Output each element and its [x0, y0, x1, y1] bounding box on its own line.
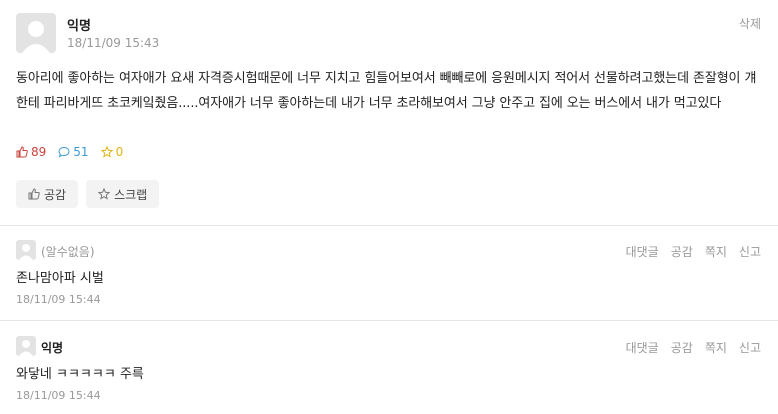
comment-text: 와닿네 ㅋㅋㅋㅋㅋ 주륵 [16, 367, 144, 382]
comment-like-button[interactable]: 공감 [671, 339, 693, 356]
like-button-label: 공감 [44, 187, 67, 202]
like-count-value: 89 [31, 145, 47, 159]
like-count: 89 [16, 145, 46, 159]
post-author: 익명 [67, 19, 91, 34]
post-time: 18/11/09 15:43 [67, 36, 160, 50]
star-icon [100, 146, 113, 158]
user-icon [19, 244, 33, 260]
avatar [16, 240, 36, 260]
scrap-button-label: 스크랩 [114, 187, 148, 202]
user-icon [19, 340, 33, 356]
comment-actions: 대댓글 공감 쪽지 신고 [626, 339, 761, 356]
message-button[interactable]: 쪽지 [705, 339, 727, 356]
avatar [16, 13, 56, 53]
post-stats: 89 51 0 [16, 145, 123, 159]
report-button[interactable]: 신고 [739, 339, 761, 356]
comment-time: 18/11/09 15:44 [16, 389, 101, 402]
post-actions: 공감 스크랩 [16, 180, 160, 208]
comment-count-value: 51 [73, 145, 89, 159]
reply-button[interactable]: 대댓글 [626, 243, 659, 260]
speech-bubble-icon [58, 146, 70, 158]
delete-button[interactable]: 삭제 [739, 15, 761, 32]
thumbs-up-icon [16, 146, 28, 158]
comment-count: 51 [58, 145, 89, 159]
comment-actions: 대댓글 공감 쪽지 신고 [626, 243, 761, 260]
comment-author: 익명 [41, 341, 64, 355]
comment-text: 존나맘아파 시벌 [16, 271, 104, 286]
comment-time: 18/11/09 15:44 [16, 293, 101, 306]
comment-author: (알수없음) [41, 245, 95, 259]
comment-like-button[interactable]: 공감 [671, 243, 693, 260]
thumbs-up-icon [28, 188, 40, 200]
avatar [16, 336, 36, 356]
user-icon [22, 21, 50, 53]
scrap-count: 0 [100, 145, 124, 159]
reply-button[interactable]: 대댓글 [626, 339, 659, 356]
like-button[interactable]: 공감 [16, 180, 79, 208]
scrap-button[interactable]: 스크랩 [86, 180, 160, 208]
scrap-count-value: 0 [115, 145, 124, 159]
comment-item: (알수없음) 대댓글 공감 쪽지 신고 존나맘아파 시벌 18/11/09 15… [0, 226, 778, 319]
post: 익명 18/11/09 15:43 삭제 동아리에 좋아하는 여자애가 요새 자… [0, 0, 778, 226]
star-icon [98, 188, 111, 200]
report-button[interactable]: 신고 [739, 243, 761, 260]
post-body: 동아리에 좋아하는 여자애가 요새 자격증시험때문에 너무 지치고 힘들어보여서… [16, 71, 757, 111]
comment-item: 익명 대댓글 공감 쪽지 신고 와닿네 ㅋㅋㅋㅋㅋ 주륵 18/11/09 15… [0, 321, 778, 414]
message-button[interactable]: 쪽지 [705, 243, 727, 260]
